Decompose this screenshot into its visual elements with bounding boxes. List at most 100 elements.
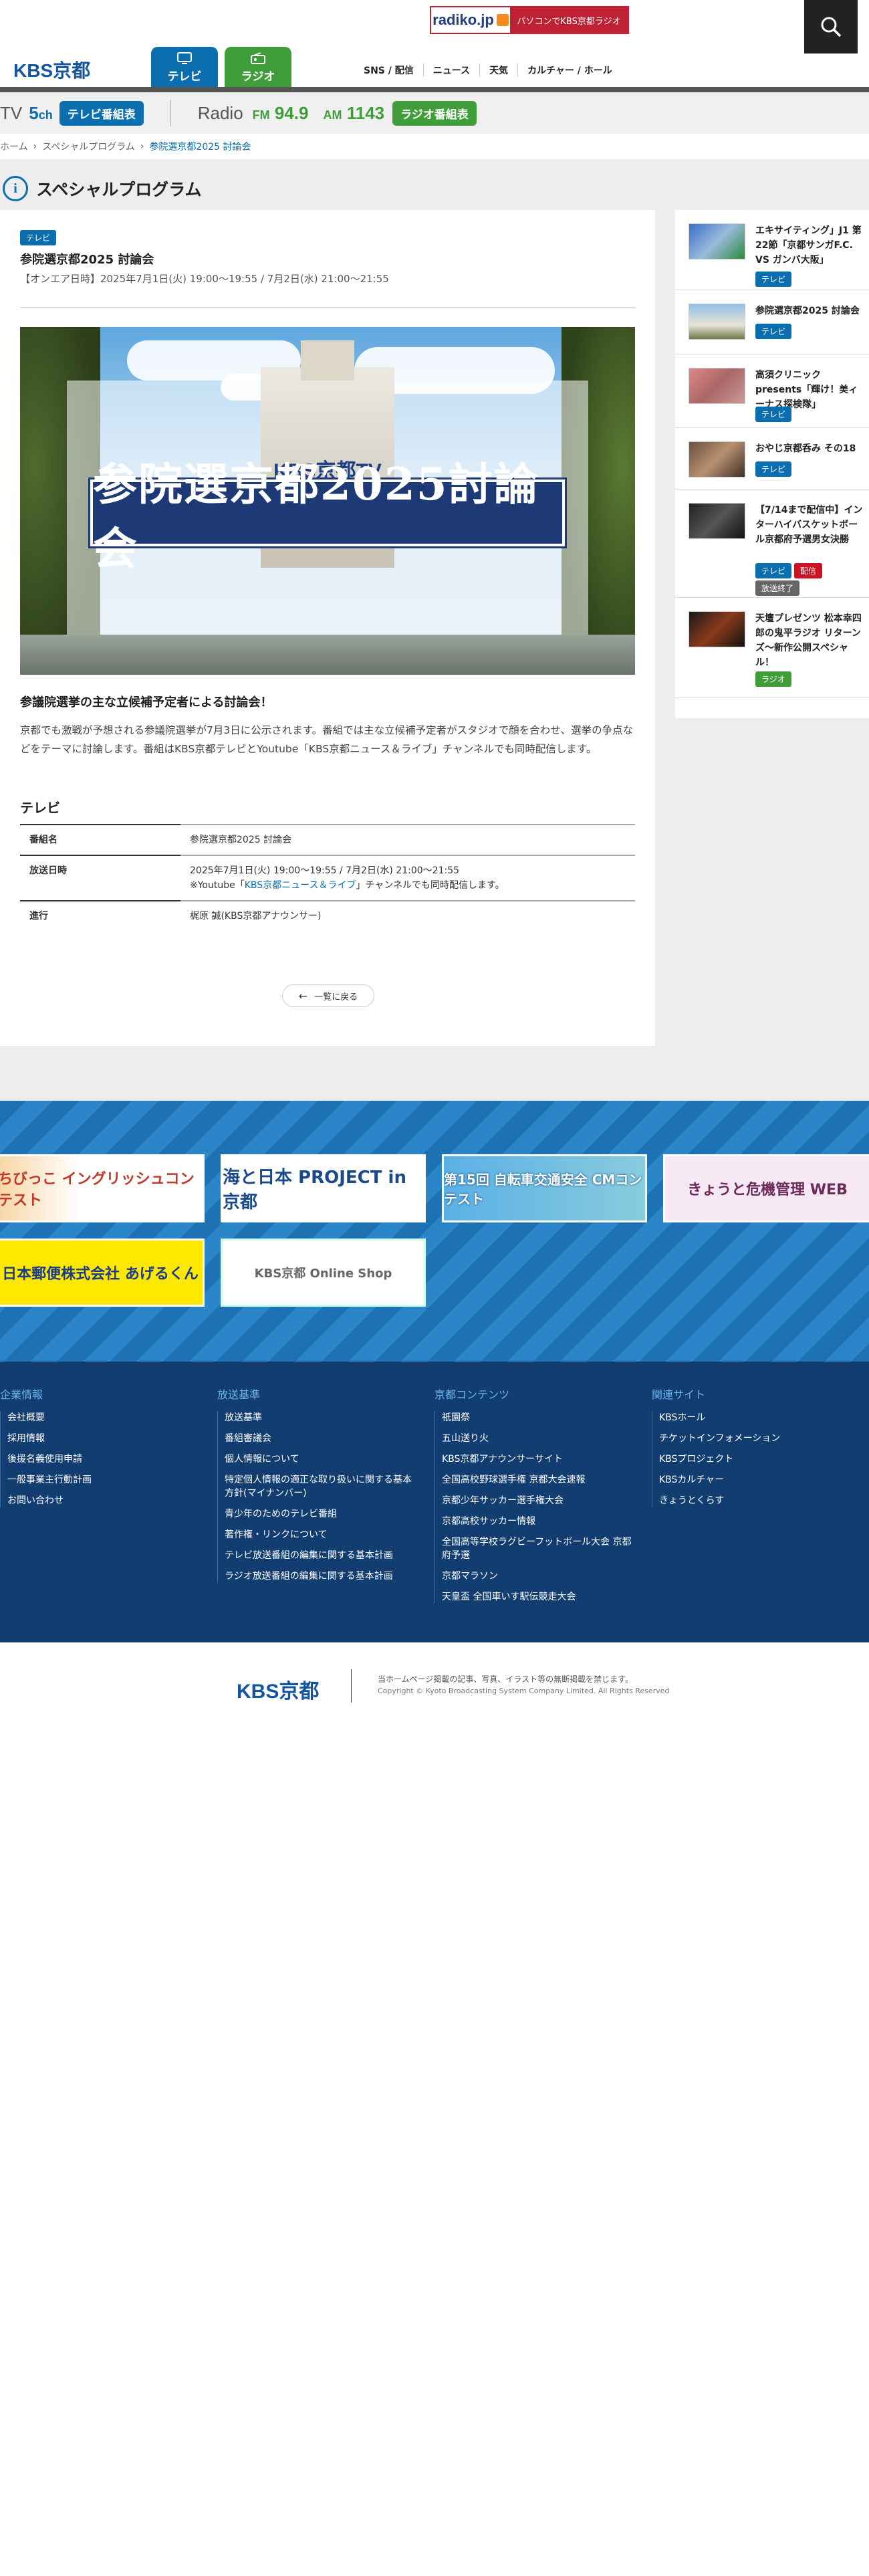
nav-news[interactable]: ニュース — [422, 64, 479, 77]
footer-link[interactable]: テレビ放送番組の編集に関する基本計画 — [225, 1549, 418, 1562]
banner-english-contest[interactable]: ちびっこ イングリッシュコンテスト — [0, 1154, 205, 1222]
sidebar-item-title: 高須クリニック presents「輝け！美ィーナス探検隊」 — [755, 370, 858, 410]
footer-link[interactable]: 京都少年サッカー選手権大会 — [442, 1494, 635, 1507]
banner-umi-to-nippon[interactable]: 海と日本 PROJECT in 京都 — [221, 1154, 426, 1222]
footer-link[interactable]: きょうとくらす — [659, 1494, 852, 1507]
program-info-table: 番組名 参院選京都2025 討論会 放送日時 2025年7月1日(火) 19:0… — [20, 824, 635, 931]
radio-schedule-button[interactable]: ラジオ番組表 — [392, 100, 477, 126]
banner-ageru-kun[interactable]: 日本郵便株式会社 あげるくん — [0, 1239, 205, 1307]
am-frequency: AM 1143 — [323, 102, 385, 123]
footer-link[interactable]: 特定個人情報の適正な取り扱いに関する基本方針(マイナンバー) — [225, 1473, 418, 1500]
banner-online-shop[interactable]: KBS京都 Online Shop — [221, 1239, 426, 1307]
info-icon: i — [3, 176, 28, 201]
sidebar-item[interactable]: 【7/14まで配信中】インターハイバスケットボール京都府予選男女決勝 テレビ 配信… — [675, 490, 869, 598]
footer-link[interactable]: 一般事業主行動計画 — [7, 1473, 214, 1487]
footer-column-standards: 放送基準 放送基準 番組審議会 個人情報について 特定個人情報の適正な取り扱いに… — [217, 1386, 418, 1590]
footer-link[interactable]: KBS京都アナウンサーサイト — [442, 1453, 635, 1466]
banner-kikikanri[interactable]: きょうと危機管理 WEB — [663, 1154, 869, 1222]
footer-link[interactable]: お問い合わせ — [7, 1494, 214, 1507]
sidebar-item-title: エキサイティング」J1 第22節「京都サンガF.C. VS ガンバ大阪」 — [755, 225, 862, 265]
footer-link[interactable]: 会社概要 — [7, 1411, 214, 1424]
tab-tv[interactable]: テレビ — [151, 47, 218, 88]
sidebar-item[interactable]: エキサイティング」J1 第22節「京都サンガF.C. VS ガンバ大阪」 テレビ — [675, 210, 869, 290]
top-nav: SNS / 配信 ニュース 天気 カルチャー / ホール — [354, 60, 622, 80]
site-header: radiko.jp パソコンでKBS京都ラジオ KBS京都 テレビ ラジオ SN… — [0, 0, 869, 88]
sidebar-item[interactable]: 天壇プレゼンツ 松本幸四郎の鬼平ラジオ リターンズ〜新作公開スペシャル！ ラジオ — [675, 598, 869, 698]
footer-link[interactable]: 番組審議会 — [225, 1432, 418, 1445]
footer-link[interactable]: 個人情報について — [225, 1453, 418, 1466]
chevron-right-icon: › — [140, 141, 144, 152]
nav-weather[interactable]: 天気 — [479, 64, 517, 77]
nav-culture[interactable]: カルチャー / ホール — [517, 64, 622, 77]
sidebar-tag: ラジオ — [755, 671, 791, 687]
footer-heading: 放送基準 — [217, 1388, 261, 1401]
footer-heading: 企業情報 — [0, 1388, 43, 1401]
sidebar: エキサイティング」J1 第22節「京都サンガF.C. VS ガンバ大阪」 テレビ… — [675, 210, 869, 718]
article-description: 京都でも激戦が予想される参議院選挙が7月3日に公示されます。番組では主な立候補予… — [20, 724, 634, 755]
table-row: 放送日時 2025年7月1日(火) 19:00〜19:55 / 7月2日(水) … — [20, 855, 635, 901]
radiko-logo: radiko.jp — [431, 7, 510, 33]
tab-radio[interactable]: ラジオ — [225, 47, 291, 88]
sidebar-thumbnail — [689, 304, 745, 340]
footer-logo[interactable]: KBS京都 — [237, 1675, 319, 1704]
footer-link[interactable]: 京都マラソン — [442, 1570, 635, 1583]
footer-link[interactable]: チケットインフォメーション — [659, 1432, 852, 1445]
broadcast-label: 放送日時 — [20, 855, 180, 901]
footer-link[interactable]: 祇園祭 — [442, 1411, 635, 1424]
sidebar-item-title: おやじ京都呑み その18 — [755, 443, 856, 454]
tv-schedule-button[interactable]: テレビ番組表 — [59, 100, 144, 126]
footer-column-kyoto-content: 京都コンテンツ 祇園祭 五山送り火 KBS京都アナウンサーサイト 全国高校野球選… — [434, 1386, 635, 1611]
radiko-banner[interactable]: radiko.jp パソコンでKBS京都ラジオ — [430, 6, 629, 34]
sidebar-item[interactable]: 高須クリニック presents「輝け！美ィーナス探検隊」 テレビ — [675, 354, 869, 428]
sidebar-tag: テレビ — [755, 563, 792, 578]
sidebar-thumbnail — [689, 503, 745, 539]
footer-link[interactable]: 放送基準 — [225, 1411, 418, 1424]
section-heading-tv: テレビ — [20, 800, 60, 816]
footer-links: 企業情報 会社概要 採用情報 後援名義使用申請 一般事業主行動計画 お問い合わせ… — [0, 1362, 869, 1642]
sidebar-item-title: 【7/14まで配信中】インターハイバスケットボール京都府予選男女決勝 — [755, 505, 863, 545]
sidebar-tag: テレビ — [755, 272, 792, 287]
footer-link[interactable]: 五山送り火 — [442, 1432, 635, 1445]
footer-link[interactable]: 青少年のためのテレビ番組 — [225, 1507, 418, 1521]
sidebar-tag: テレビ — [755, 324, 792, 339]
sidebar-thumbnail — [689, 223, 745, 259]
footer-link[interactable]: 全国高校野球選手権 京都大会速報 — [442, 1473, 635, 1487]
sidebar-item-title: 参院選京都2025 討論会 — [755, 306, 860, 316]
breadcrumb-special[interactable]: スペシャルプログラム — [42, 140, 135, 153]
article-category-tag: テレビ — [20, 230, 57, 245]
footer-column-related: 関連サイト KBSホール チケットインフォメーション KBSプロジェクト KBS… — [652, 1386, 852, 1515]
footer-note: 当ホームページ掲載の記事、写真、イラスト等の無断掲載を禁じます。 — [378, 1675, 633, 1684]
back-to-list-button[interactable]: ← 一覧に戻る — [282, 984, 374, 1007]
banner-bicycle-safety[interactable]: 第15回 自転車交通安全 CMコンテスト — [442, 1154, 647, 1222]
article-onair: 【オンエア日時】2025年7月1日(火) 19:00〜19:55 / 7月2日(… — [20, 273, 389, 285]
sidebar-item[interactable]: おやじ京都呑み その18 テレビ — [675, 428, 869, 490]
footer-heading: 関連サイト — [652, 1388, 706, 1401]
sidebar-tag: テレビ — [755, 407, 792, 422]
search-button[interactable] — [804, 0, 858, 53]
footer-link[interactable]: 全国高等学校ラグビーフットボール大会 京都府予選 — [442, 1535, 635, 1562]
channel-bar: TV 5ch テレビ番組表 Radio FM 94.9 AM 1143 ラジオ番… — [0, 92, 869, 134]
site-logo[interactable]: KBS京都 — [13, 56, 90, 83]
footer-link[interactable]: KBSホール — [659, 1411, 852, 1424]
fm-frequency: FM 94.9 — [252, 102, 309, 123]
sidebar-tag: 放送終了 — [755, 580, 800, 596]
footer-link[interactable]: 採用情報 — [7, 1432, 214, 1445]
sidebar-item[interactable]: 参院選京都2025 討論会 テレビ — [675, 290, 869, 354]
breadcrumb-home[interactable]: ホーム — [0, 140, 28, 153]
sidebar-tag: 配信 — [794, 563, 823, 578]
footer-link[interactable]: KBSプロジェクト — [659, 1453, 852, 1466]
sidebar-thumbnail — [689, 611, 745, 647]
article: テレビ 参院選京都2025 討論会 【オンエア日時】2025年7月1日(火) 1… — [0, 210, 655, 1046]
youtube-channel-link[interactable]: KBS京都ニュース＆ライブ — [245, 880, 356, 891]
footer-link[interactable]: 著作権・リンクについて — [225, 1528, 418, 1541]
page-title: スペシャルプログラム — [36, 180, 202, 199]
tv-channel: 5ch — [29, 102, 53, 123]
footer-link[interactable]: 後援名義使用申請 — [7, 1453, 214, 1466]
footer-link[interactable]: 京都高校サッカー情報 — [442, 1515, 635, 1528]
footer-link[interactable]: ラジオ放送番組の編集に関する基本計画 — [225, 1570, 418, 1583]
footer-copyright: Copyright © Kyoto Broadcasting System Co… — [378, 1687, 670, 1695]
footer-link[interactable]: 天皇盃 全国車いす駅伝競走大会 — [442, 1590, 635, 1604]
footer-divider — [351, 1669, 352, 1703]
nav-sns[interactable]: SNS / 配信 — [354, 64, 423, 77]
footer-link[interactable]: KBSカルチャー — [659, 1473, 852, 1487]
